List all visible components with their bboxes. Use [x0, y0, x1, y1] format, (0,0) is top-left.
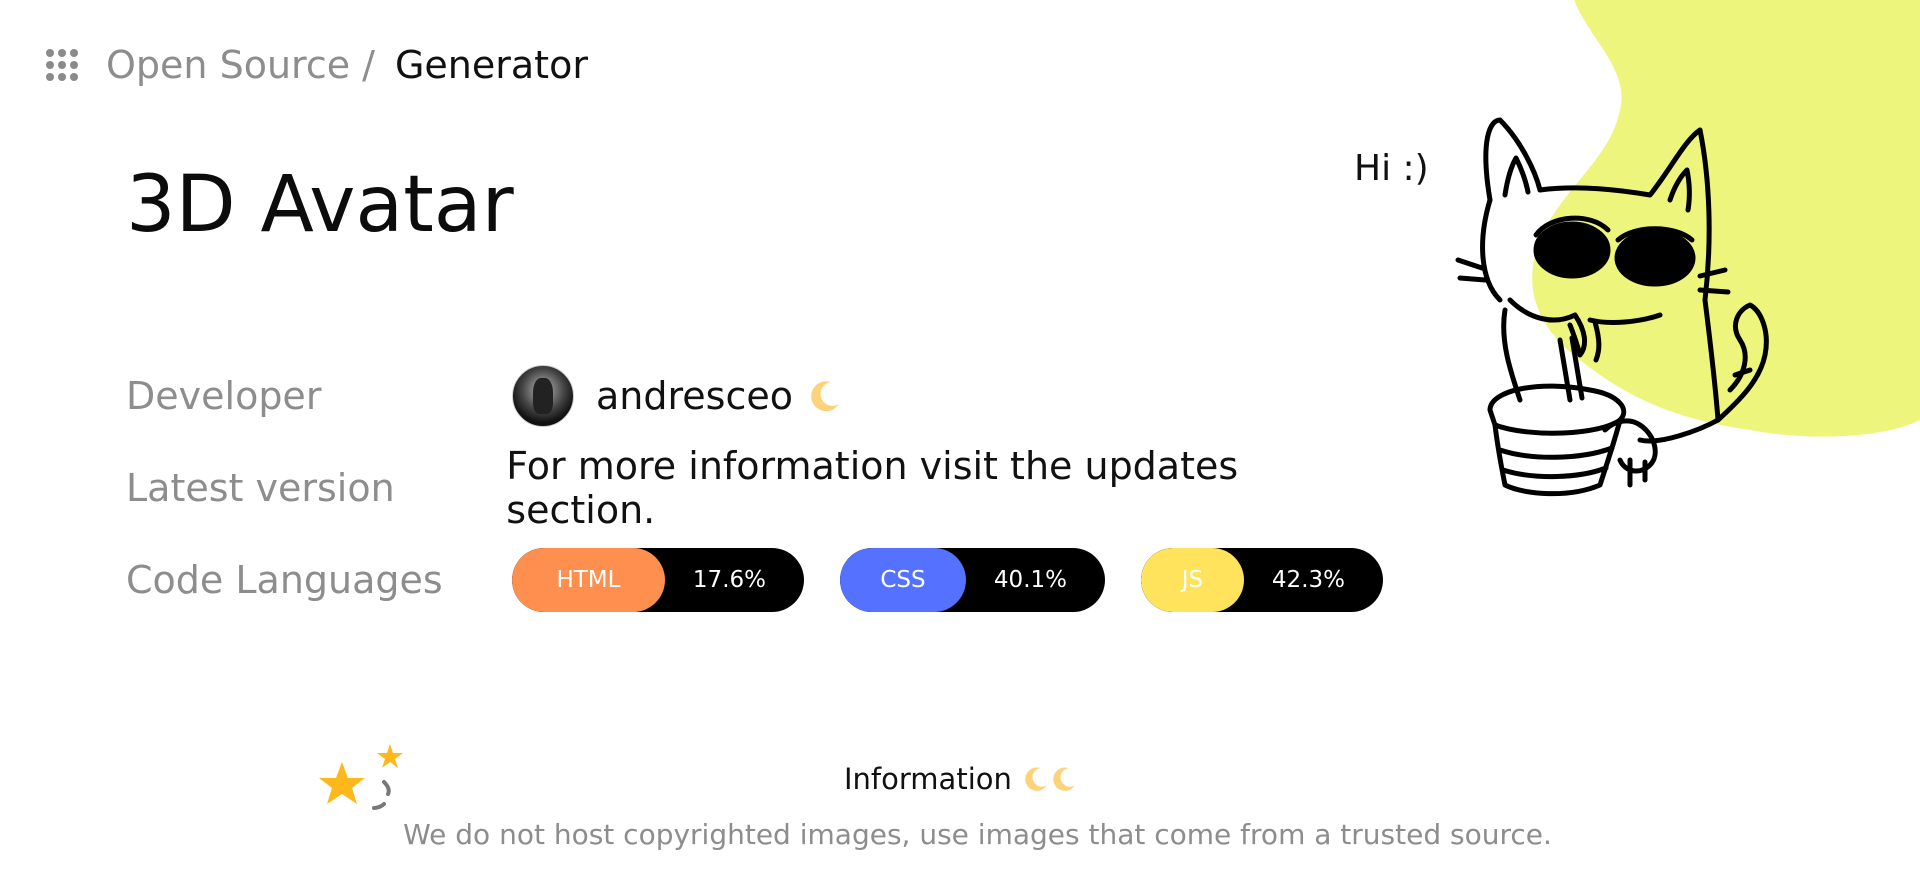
language-pill-css: CSS 40.1% — [840, 548, 1105, 612]
breadcrumb-parent-link[interactable]: Open Source / — [106, 43, 375, 87]
language-percent: 42.3% — [1271, 567, 1345, 593]
information-heading: Information — [844, 762, 1078, 796]
project-info: Developer andresceo Latest version For m… — [126, 350, 1386, 626]
languages-list: HTML 17.6% CSS 40.1% JS 42.3% — [512, 548, 1383, 612]
developer-avatar[interactable] — [512, 365, 574, 427]
information-description: We do not host copyrighted images, use i… — [403, 818, 1552, 851]
languages-label: Code Languages — [126, 558, 443, 602]
developer-name-link[interactable]: andresceo — [596, 374, 793, 418]
crescent-moon-icon — [1025, 767, 1047, 791]
developer-label: Developer — [126, 374, 322, 418]
language-percent: 17.6% — [692, 567, 766, 593]
crescent-moon-icon — [811, 381, 839, 412]
language-name: JS — [1141, 548, 1244, 612]
stars-icon — [319, 744, 403, 810]
cat-drinking-illustration — [1455, 117, 1769, 497]
crescent-moon-icon — [1053, 767, 1075, 791]
version-label: Latest version — [126, 466, 395, 510]
language-pill-js: JS 42.3% — [1141, 548, 1383, 612]
moons-decoration — [1022, 765, 1078, 793]
information-title: Information — [844, 762, 1012, 796]
language-pill-html: HTML 17.6% — [512, 548, 804, 612]
version-text: For more information visit the updates s… — [506, 444, 1239, 532]
language-percent: 40.1% — [993, 567, 1067, 593]
apps-grid-icon[interactable] — [46, 49, 78, 81]
developer-row: Developer andresceo — [126, 350, 1386, 442]
breadcrumb-current: Generator — [394, 43, 588, 87]
language-name: CSS — [840, 548, 966, 612]
language-name: HTML — [512, 548, 665, 612]
developer-value: andresceo — [512, 365, 843, 427]
page-title: 3D Avatar — [126, 160, 514, 250]
page: Open Source / Generator 3D Avatar Develo… — [0, 0, 1920, 877]
version-row: Latest version For more information visi… — [126, 442, 1386, 534]
languages-row: Code Languages HTML 17.6% CSS 40.1% JS 4… — [126, 534, 1386, 626]
breadcrumb: Open Source / Generator — [46, 40, 588, 90]
